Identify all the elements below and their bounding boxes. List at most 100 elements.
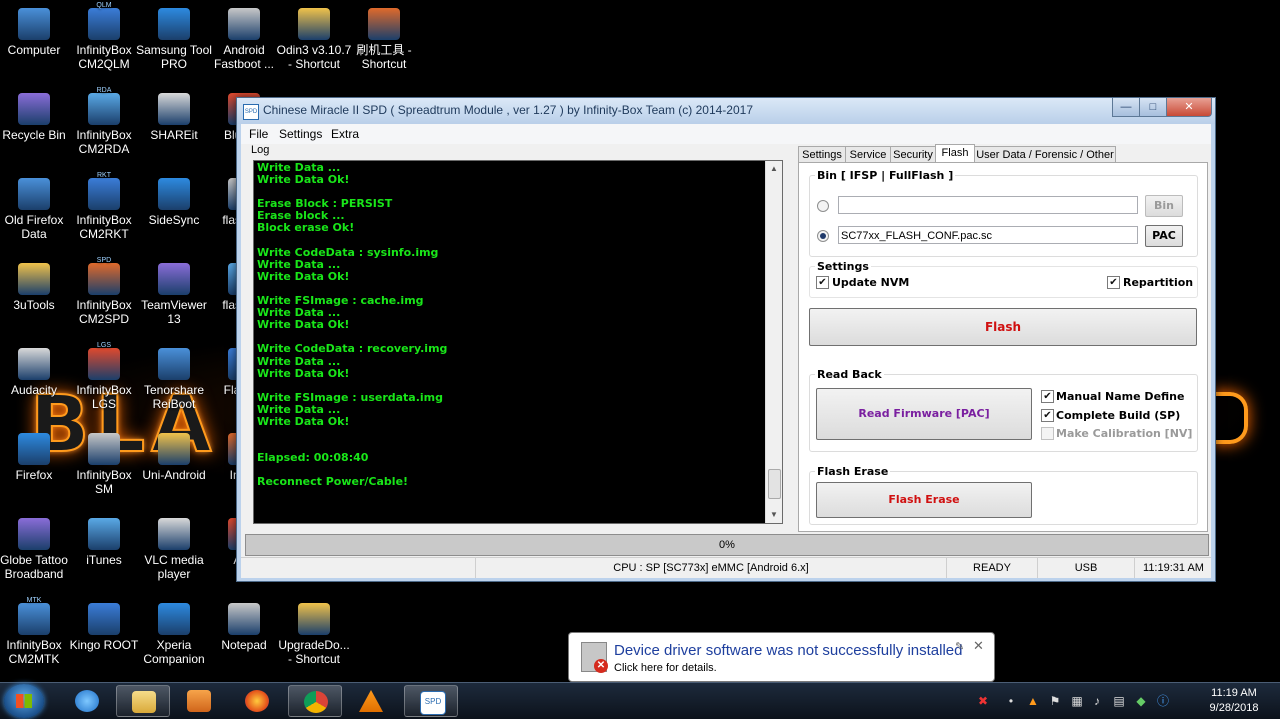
volume-icon[interactable]: ♪: [1090, 694, 1104, 708]
desktop-icon[interactable]: LGS InfinityBox LGS: [66, 342, 142, 411]
desktop-icon[interactable]: UpgradeDo... - Shortcut: [276, 603, 352, 666]
desktop-icon[interactable]: Samsung Tool PRO: [136, 8, 212, 71]
log-scrollbar[interactable]: ▲ ▼: [765, 161, 782, 523]
tab-security[interactable]: Security: [890, 146, 936, 163]
driver-warning-tray-icon[interactable]: ✖: [976, 694, 990, 708]
taskbar-chrome[interactable]: [288, 685, 342, 717]
tab-service[interactable]: Service: [845, 146, 891, 163]
firefox-icon: [245, 690, 269, 712]
action-center-icon[interactable]: ⚑: [1048, 694, 1062, 708]
desktop-icon[interactable]: Notepad: [206, 603, 282, 652]
close-button[interactable]: ✕: [1166, 98, 1212, 117]
desktop-icon[interactable]: Audacity: [0, 348, 72, 397]
desktop-icon[interactable]: Odin3 v3.10.7 - Shortcut: [276, 8, 352, 71]
pac-path-field[interactable]: SC77xx_FLASH_CONF.pac.sc: [838, 226, 1138, 244]
desktop-icon[interactable]: Old Firefox Data: [0, 178, 72, 241]
pin-icon[interactable]: ✎: [955, 640, 964, 653]
app-shortcut-icon: [298, 603, 330, 635]
bin-path-field[interactable]: [838, 196, 1138, 214]
desktop-icon[interactable]: Globe Tattoo Broadband: [0, 518, 72, 581]
desktop-icon[interactable]: SideSync: [136, 178, 212, 227]
security-tray-icon[interactable]: ◆: [1134, 694, 1148, 708]
bin-button[interactable]: Bin: [1145, 195, 1183, 217]
desktop-icon-label: 刷机工具 - Shortcut: [356, 43, 412, 71]
desktop-icon[interactable]: QLM InfinityBox CM2QLM: [66, 2, 142, 71]
window-titlebar[interactable]: SPD Chinese Miracle II SPD ( Spreadtrum …: [237, 98, 1215, 124]
tab-flash[interactable]: Flash: [935, 144, 975, 164]
taskbar-explorer[interactable]: [116, 685, 170, 717]
minimize-button[interactable]: —: [1112, 98, 1140, 117]
maximize-button[interactable]: □: [1139, 98, 1167, 117]
device-tray-icon[interactable]: ▦: [1070, 694, 1084, 708]
manual-name-checkbox[interactable]: ✔: [1041, 390, 1054, 403]
scroll-thumb[interactable]: [768, 469, 781, 499]
app-shortcut-icon: [18, 433, 50, 465]
desktop-icon[interactable]: SHAREit: [136, 93, 212, 142]
desktop-icon-label: Recycle Bin: [2, 128, 66, 142]
bluetooth-tray-icon[interactable]: •: [1004, 694, 1018, 708]
desktop-icon[interactable]: Xperia Companion: [136, 603, 212, 666]
notification-close-icon[interactable]: ✕: [973, 638, 984, 654]
notification-balloon[interactable]: ✕ Device driver software was not success…: [568, 632, 995, 682]
desktop-icon[interactable]: RKT InfinityBox CM2RKT: [66, 172, 142, 241]
complete-build-checkbox[interactable]: ✔: [1041, 409, 1054, 422]
progress-text: 0%: [719, 539, 735, 551]
clock[interactable]: 11:19 AM 9/28/2018: [1194, 686, 1274, 716]
taskbar-spd[interactable]: SPD: [404, 685, 458, 717]
make-calibration-checkbox[interactable]: [1041, 427, 1054, 440]
desktop-icon[interactable]: RDA InfinityBox CM2RDA: [66, 87, 142, 156]
desktop-icon-label: Firefox: [15, 468, 53, 482]
repartition-checkbox[interactable]: ✔: [1107, 276, 1120, 289]
desktop-icon-label: InfinityBox CM2RKT: [76, 213, 132, 241]
bin-radio[interactable]: [817, 200, 829, 212]
flash-erase-button[interactable]: Flash Erase: [816, 482, 1032, 518]
vlc-tray-icon[interactable]: ▲: [1026, 694, 1040, 708]
app-shortcut-icon: [88, 518, 120, 550]
media-player-icon: [187, 690, 211, 712]
pac-radio[interactable]: [817, 230, 829, 242]
notification-subtitle[interactable]: Click here for details.: [614, 662, 717, 674]
app-shortcut-icon: MTK: [18, 597, 50, 635]
tab-user-data[interactable]: User Data / Forensic / Other: [974, 146, 1116, 163]
start-button[interactable]: [4, 684, 44, 718]
desktop-icon-label: InfinityBox LGS: [76, 383, 132, 411]
menu-settings[interactable]: Settings: [279, 127, 322, 141]
desktop-icon[interactable]: MTK InfinityBox CM2MTK: [0, 597, 72, 666]
update-nvm-checkbox[interactable]: ✔: [816, 276, 829, 289]
desktop-icon[interactable]: Android Fastboot ...: [206, 8, 282, 71]
taskbar-media[interactable]: [172, 685, 226, 717]
log-panel[interactable]: Write Data ... Write Data Ok! Erase Bloc…: [253, 160, 783, 524]
desktop-icon[interactable]: Recycle Bin: [0, 93, 72, 142]
taskbar-ie[interactable]: [60, 685, 114, 717]
desktop-icon[interactable]: Uni-Android: [136, 433, 212, 482]
pac-button[interactable]: PAC: [1145, 225, 1183, 247]
desktop-icon[interactable]: TeamViewer 13: [136, 263, 212, 326]
desktop-icon[interactable]: InfinityBox SM: [66, 433, 142, 496]
scroll-up-arrow-icon[interactable]: ▲: [766, 161, 782, 177]
tab-settings[interactable]: Settings: [798, 146, 846, 163]
scroll-down-arrow-icon[interactable]: ▼: [766, 507, 782, 523]
desktop-icon[interactable]: Tenorshare ReiBoot: [136, 348, 212, 411]
desktop-icon-label: Kingo ROOT: [69, 638, 139, 652]
flash-button[interactable]: Flash: [809, 308, 1197, 346]
menu-extra[interactable]: Extra: [331, 127, 359, 141]
desktop-icon[interactable]: Firefox: [0, 433, 72, 482]
read-firmware-button[interactable]: Read Firmware [PAC]: [816, 388, 1032, 440]
info-tray-icon[interactable]: ⓘ: [1156, 694, 1170, 708]
window-title: Chinese Miracle II SPD ( Spreadtrum Modu…: [263, 103, 753, 117]
desktop-icon[interactable]: SPD InfinityBox CM2SPD: [66, 257, 142, 326]
menu-file[interactable]: File: [249, 127, 268, 141]
desktop-icon[interactable]: Kingo ROOT: [66, 603, 142, 652]
status-cpu: CPU : SP [SC773x] eMMC [Android 6.x]: [475, 558, 946, 578]
taskbar-firefox[interactable]: [230, 685, 284, 717]
desktop-icon[interactable]: Computer: [0, 8, 72, 57]
desktop-icon[interactable]: VLC media player: [136, 518, 212, 581]
desktop-icon[interactable]: iTunes: [66, 518, 142, 567]
network-icon[interactable]: ▤: [1112, 694, 1126, 708]
taskbar-vlc[interactable]: [344, 685, 398, 717]
app-shortcut-icon: [158, 93, 190, 125]
desktop-icon[interactable]: 刷机工具 - Shortcut: [346, 8, 422, 71]
app-shortcut-icon: [158, 263, 190, 295]
desktop-icon-label: Notepad: [221, 638, 267, 652]
desktop-icon[interactable]: 3uTools: [0, 263, 72, 312]
